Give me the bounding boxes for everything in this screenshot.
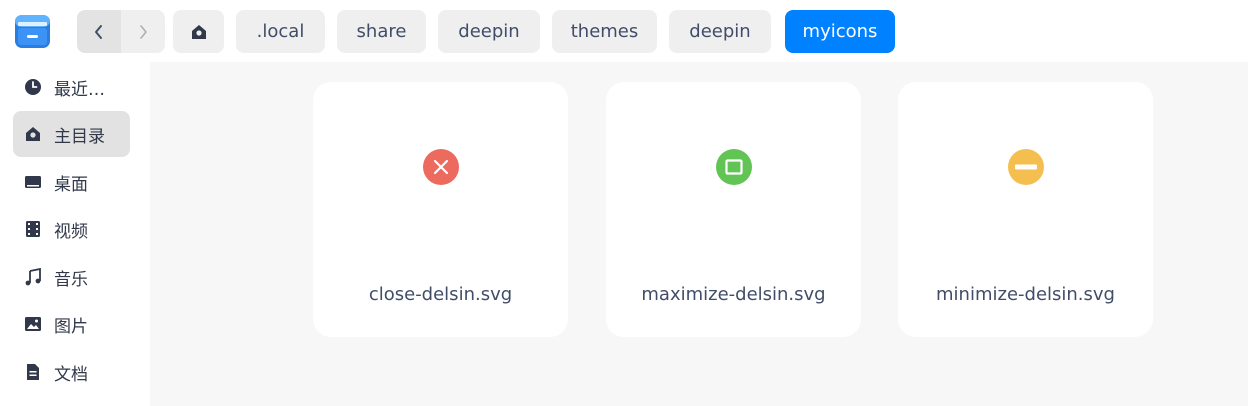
file-name: close-delsin.svg [368,284,513,305]
minimize-delsin-icon [1007,149,1044,185]
document-icon [23,362,43,382]
file-item[interactable]: close-delsin.svg [313,82,568,337]
file-name: maximize-delsin.svg [641,284,826,305]
file-item[interactable]: minimize-delsin.svg [898,82,1153,337]
film-icon [23,219,43,239]
maximize-delsin-icon [715,149,752,185]
file-manager-icon[interactable] [14,13,51,50]
file-manager-window: .local share deepin themes deepin myicon… [0,0,1248,406]
chevron-right-icon [140,24,147,39]
sidebar-item-label: 最近… [54,79,105,100]
clock-icon [23,77,43,97]
breadcrumb-deepin-2[interactable]: deepin [669,10,771,53]
sidebar-item-label: 文档 [54,364,88,385]
desktop-icon [23,172,43,192]
breadcrumb-local[interactable]: .local [236,10,325,53]
home-button[interactable] [173,10,224,53]
file-view: close-delsin.svg maximize-delsin.svg min… [150,62,1248,406]
sidebar-item-pictures[interactable]: 图片 [13,301,130,347]
music-icon [23,267,43,287]
back-button[interactable] [77,10,121,53]
image-icon [23,314,43,334]
sidebar-item-label: 主目录 [54,126,105,147]
file-name: minimize-delsin.svg [936,284,1115,305]
sidebar-item-videos[interactable]: 视频 [13,206,130,252]
toolbar: .local share deepin themes deepin myicon… [0,0,1248,62]
home-icon [23,124,43,144]
sidebar-item-music[interactable]: 音乐 [13,254,130,300]
breadcrumb-themes[interactable]: themes [552,10,657,53]
sidebar: 最近… 主目录 桌面 视频 音乐 图片 文档 [0,62,150,406]
sidebar-item-label: 音乐 [54,269,88,290]
sidebar-item-home[interactable]: 主目录 [13,111,130,157]
breadcrumb-deepin[interactable]: deepin [438,10,540,53]
home-icon [191,24,206,39]
sidebar-item-desktop[interactable]: 桌面 [13,159,130,205]
file-item[interactable]: maximize-delsin.svg [606,82,861,337]
close-delsin-icon [422,149,459,185]
breadcrumb-myicons[interactable]: myicons [785,10,895,53]
sidebar-item-label: 桌面 [54,174,88,195]
sidebar-item-recent[interactable]: 最近… [13,64,130,110]
forward-button[interactable] [121,10,165,53]
sidebar-item-label: 图片 [54,316,88,337]
chevron-left-icon [95,24,102,39]
breadcrumb-share[interactable]: share [337,10,426,53]
sidebar-item-documents[interactable]: 文档 [13,349,130,395]
sidebar-item-label: 视频 [54,221,88,242]
navigation-buttons [77,10,165,53]
